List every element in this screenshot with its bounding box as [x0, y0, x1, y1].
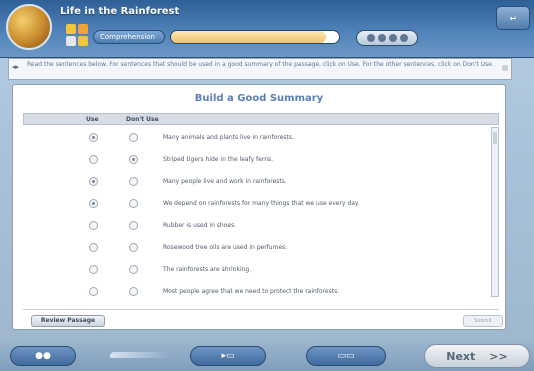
sentence-text: Many people live and work in rainforests…: [163, 178, 287, 185]
use-column-label: Use: [86, 116, 99, 123]
column-header: Use Don't Use: [23, 113, 499, 125]
sentence-text: The rainforests are shrinking.: [163, 266, 252, 273]
activity-grid-icon[interactable]: [66, 24, 88, 46]
scroll-arrows-icon[interactable]: ◂▸: [12, 63, 19, 71]
sentence-row: Striped tigers hide in the leafy ferns.: [23, 149, 489, 171]
use-radio[interactable]: [89, 133, 98, 142]
volume-slider[interactable]: [108, 352, 172, 358]
sentence-text: We depend on rainforests for many things…: [163, 200, 360, 207]
progress-bar: [170, 30, 340, 44]
sentence-text: Many animals and plants live in rainfore…: [163, 134, 294, 141]
dont-use-column-label: Don't Use: [126, 116, 159, 123]
divider: [23, 309, 499, 310]
dont-use-radio[interactable]: [129, 265, 138, 274]
sentence-list: Many animals and plants live in rainfore…: [23, 127, 489, 297]
tool-icon: ▸▭: [221, 351, 235, 361]
glossary-button[interactable]: ●●: [10, 346, 76, 366]
sentence-row: The rainforests are shrinking.: [23, 259, 489, 281]
submit-button[interactable]: Submit: [463, 315, 503, 327]
app-window: Life in the Rainforest Comprehension ↩ ◂…: [0, 0, 534, 371]
app-title: Life in the Rainforest: [60, 6, 180, 17]
dont-use-radio[interactable]: [129, 199, 138, 208]
use-radio[interactable]: [89, 155, 98, 164]
panel-title: Build a Good Summary: [194, 93, 324, 104]
progress-fill: [171, 31, 326, 43]
use-radio[interactable]: [89, 287, 98, 296]
instructions-text: Read the sentences below. For sentences …: [27, 61, 494, 68]
summary-panel: Build a Good Summary Use Don't Use Many …: [12, 84, 506, 330]
audio-icon[interactable]: [502, 65, 508, 71]
step-counter: [356, 30, 418, 46]
use-radio[interactable]: [89, 243, 98, 252]
sentence-text: Rubber is used in shoes.: [163, 222, 237, 229]
use-radio[interactable]: [89, 199, 98, 208]
dont-use-radio[interactable]: [129, 221, 138, 230]
scrollbar[interactable]: [491, 127, 499, 297]
next-label: Next: [446, 349, 476, 363]
review-passage-button[interactable]: Review Passage: [31, 315, 105, 327]
exit-button[interactable]: ↩: [496, 6, 530, 30]
dont-use-radio[interactable]: [129, 177, 138, 186]
tool-button-2[interactable]: ▭▭: [306, 346, 386, 366]
exit-icon: ↩: [509, 13, 517, 23]
dont-use-radio[interactable]: [129, 243, 138, 252]
header-bar: Life in the Rainforest Comprehension ↩: [0, 0, 534, 58]
footer-bar: ●● ▸▭ ▭▭ Next >>: [0, 338, 534, 371]
sentence-row: Most people agree that we need to protec…: [23, 281, 489, 297]
sentence-text: Rosewood tree oils are used in perfumes.: [163, 244, 288, 251]
next-arrows-icon: >>: [489, 349, 508, 363]
use-radio[interactable]: [89, 221, 98, 230]
sentence-text: Striped tigers hide in the leafy ferns.: [163, 156, 274, 163]
instructions-bar: ◂▸ Read the sentences below. For sentenc…: [8, 58, 512, 80]
dont-use-radio[interactable]: [129, 155, 138, 164]
sentence-row: Many people live and work in rainforests…: [23, 171, 489, 193]
next-button[interactable]: Next >>: [424, 344, 530, 368]
tool-button-1[interactable]: ▸▭: [190, 346, 266, 366]
dont-use-radio[interactable]: [129, 287, 138, 296]
glossary-icon: ●●: [35, 351, 51, 361]
section-label: Comprehension: [93, 30, 165, 44]
scroll-thumb[interactable]: [493, 132, 497, 144]
app-logo-icon: [6, 4, 52, 50]
use-radio[interactable]: [89, 177, 98, 186]
sentence-row: Rubber is used in shoes.: [23, 215, 489, 237]
use-radio[interactable]: [89, 265, 98, 274]
tool-icon: ▭▭: [337, 351, 355, 361]
sentence-text: Most people agree that we need to protec…: [163, 288, 340, 295]
sentence-row: Many animals and plants live in rainfore…: [23, 127, 489, 149]
dont-use-radio[interactable]: [129, 133, 138, 142]
sentence-row: We depend on rainforests for many things…: [23, 193, 489, 215]
sentence-row: Rosewood tree oils are used in perfumes.: [23, 237, 489, 259]
